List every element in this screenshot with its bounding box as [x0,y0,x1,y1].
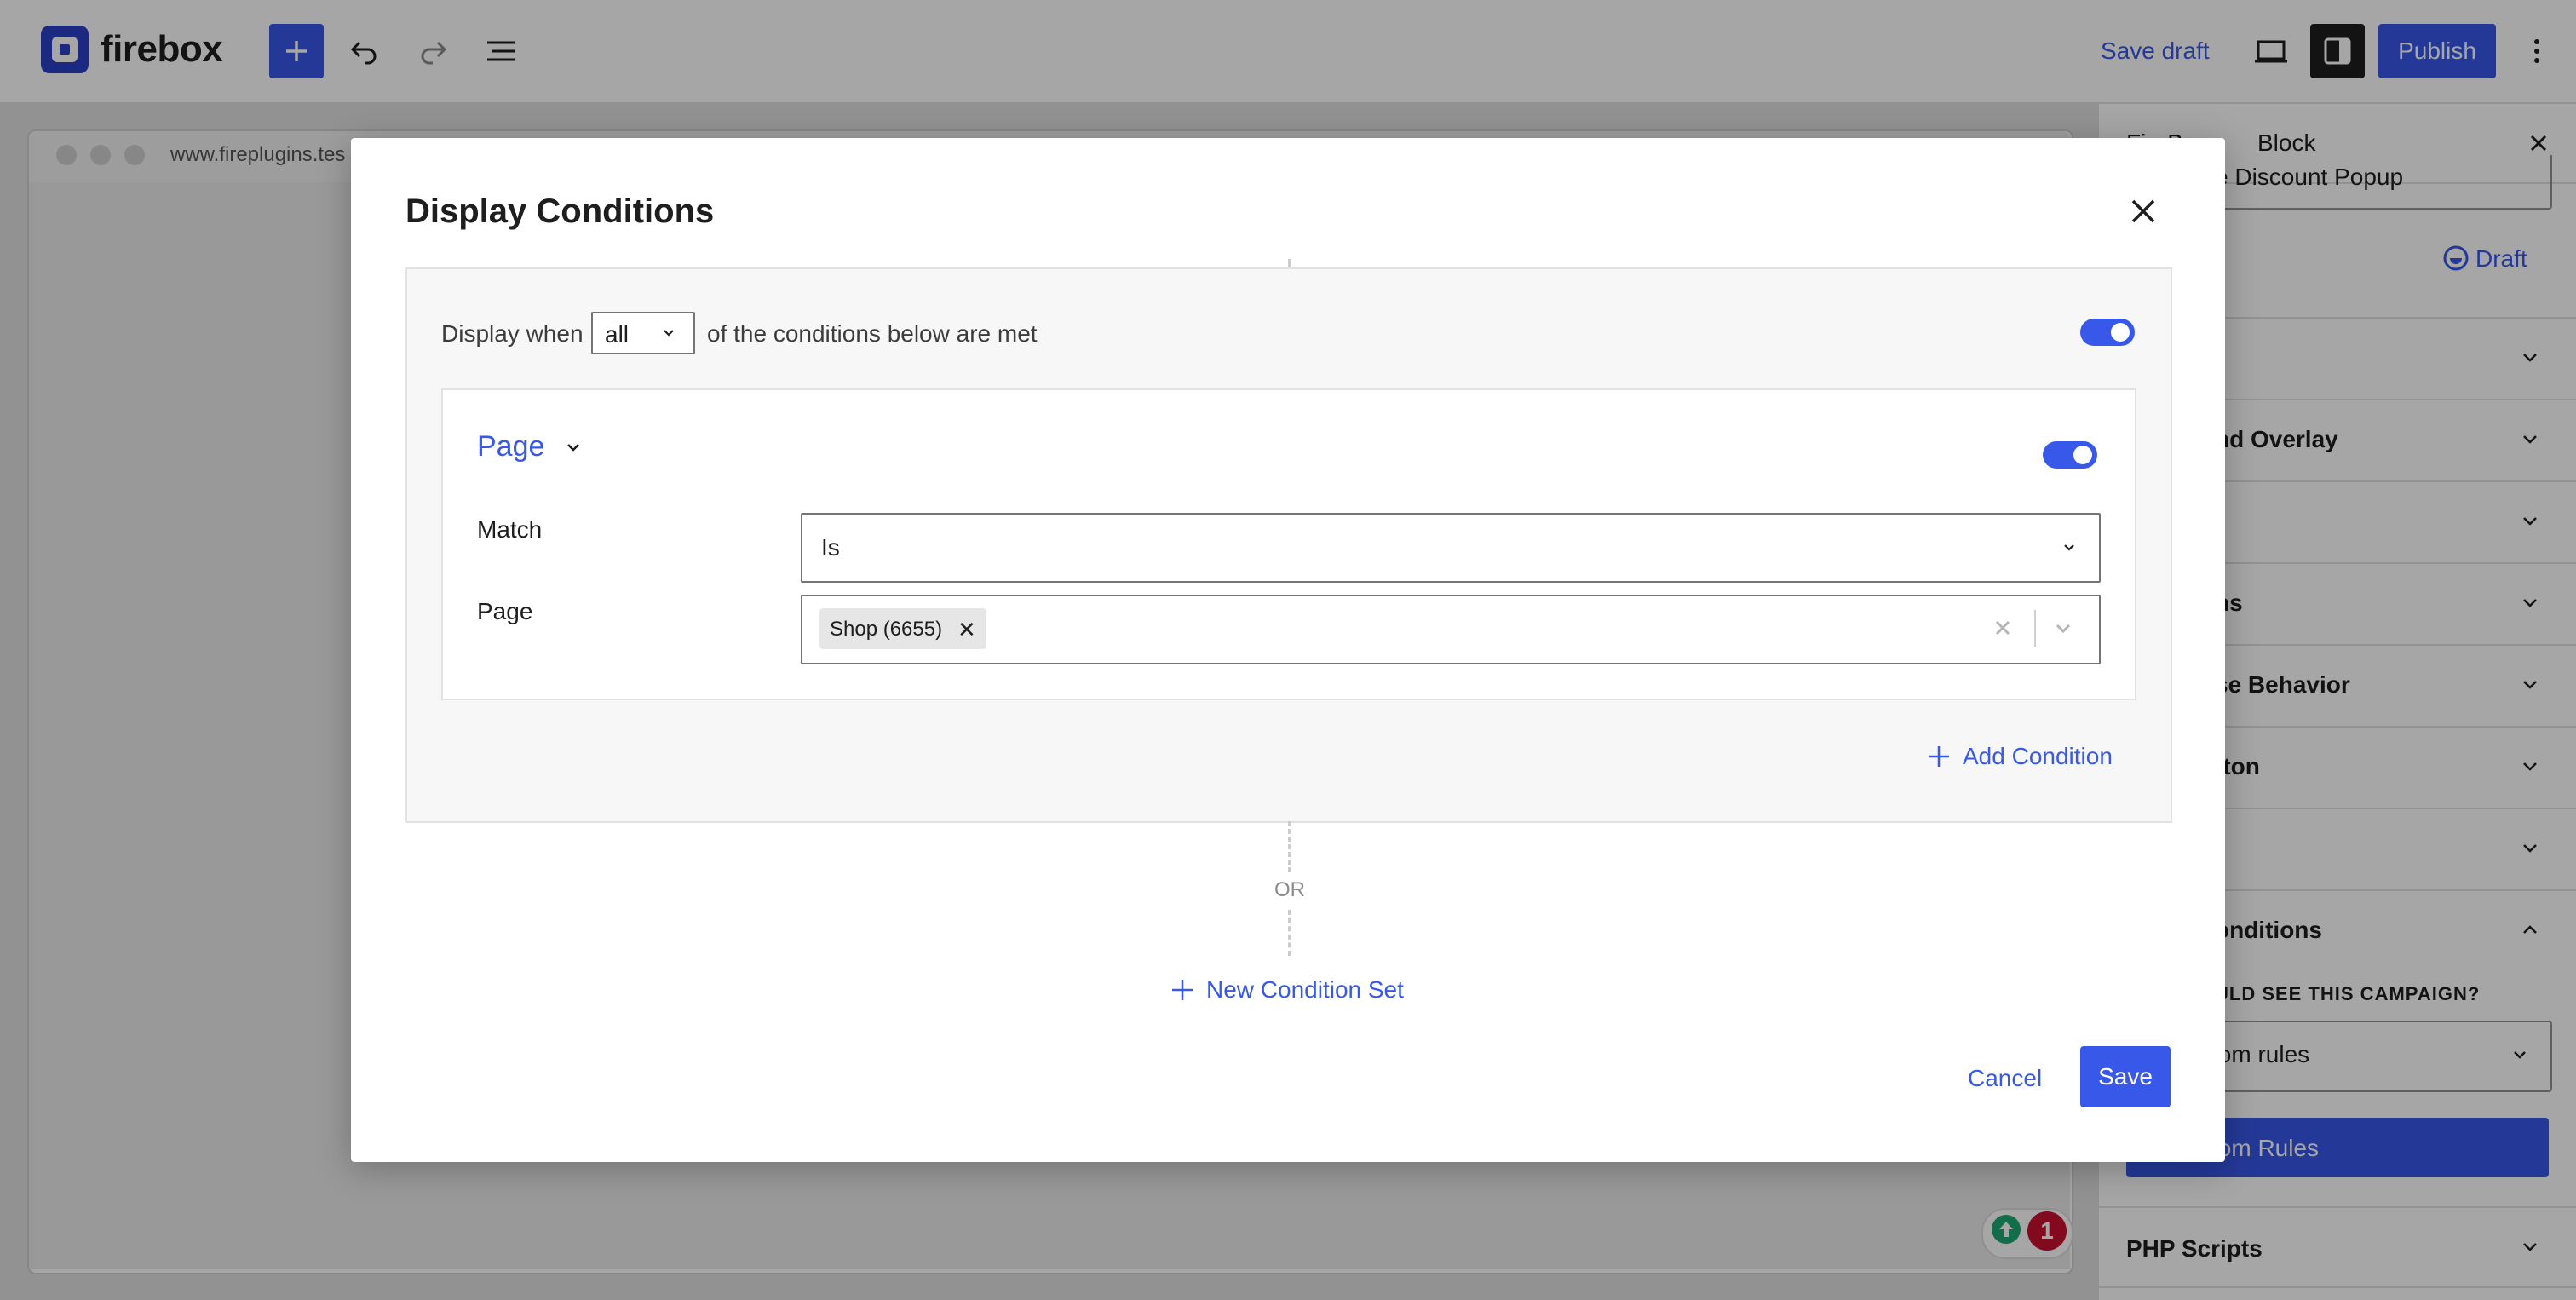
cancel-button[interactable]: Cancel [1968,1063,2042,1094]
condition-type-select[interactable]: Page [477,428,544,465]
modal-title: Display Conditions [405,193,715,230]
connector-line [1288,821,1291,872]
new-condition-set-label: New Condition Set [1206,976,1404,1003]
new-condition-set-button[interactable]: New Condition Set [1170,973,1404,1007]
match-label: Match [477,516,543,543]
chevron-down-icon [2060,538,2079,557]
clear-selection-button[interactable] [1990,615,2015,641]
match-operator-value: Is [821,534,840,561]
select-separator [2034,610,2036,647]
connector-line [1288,910,1291,956]
plus-icon [1172,980,1193,1000]
display-when-label: Display when [441,320,584,347]
close-icon [2131,199,2155,223]
close-modal-button[interactable] [2119,187,2167,235]
add-condition-label: Add Condition [1963,743,2113,769]
condition-set-toggle[interactable] [2080,319,2135,346]
page-label: Page [477,598,533,624]
save-button[interactable]: Save [2080,1046,2171,1107]
or-separator: OR [1274,878,1305,901]
chevron-down-icon[interactable] [2051,617,2075,641]
display-when-suffix: of the conditions below are met [707,320,1038,347]
match-operator-select[interactable] [801,513,2101,583]
condition-toggle[interactable] [2043,441,2097,469]
plus-icon [1929,746,1949,767]
add-condition-button[interactable]: Add Condition [1927,739,2113,774]
remove-chip-icon[interactable]: ✕ [957,617,976,642]
chevron-down-icon [659,324,678,342]
clear-icon [1995,620,2010,636]
chevron-down-icon[interactable] [562,436,584,458]
selected-page-label: Shop (6655) [830,618,943,641]
match-type-value: all [605,321,630,348]
page-multiselect[interactable] [801,595,2101,664]
